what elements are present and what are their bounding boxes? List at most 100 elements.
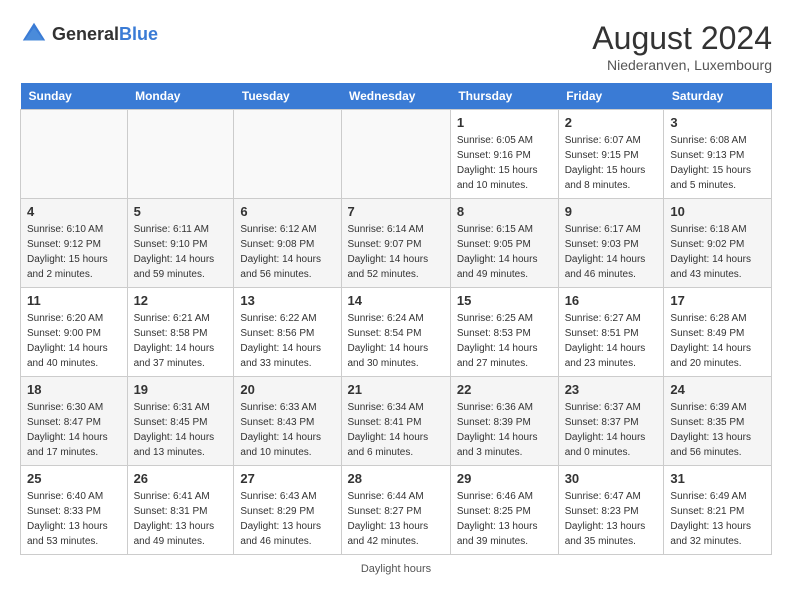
day-info: Sunrise: 6:05 AM Sunset: 9:16 PM Dayligh… (457, 133, 552, 193)
day-number: 13 (240, 293, 334, 308)
day-number: 3 (670, 115, 765, 130)
day-number: 4 (27, 204, 121, 219)
day-info: Sunrise: 6:12 AM Sunset: 9:08 PM Dayligh… (240, 222, 334, 282)
day-info: Sunrise: 6:25 AM Sunset: 8:53 PM Dayligh… (457, 311, 552, 371)
calendar-cell: 26Sunrise: 6:41 AM Sunset: 8:31 PM Dayli… (127, 466, 234, 555)
calendar-cell: 12Sunrise: 6:21 AM Sunset: 8:58 PM Dayli… (127, 288, 234, 377)
calendar-cell: 16 Sunrise: 6:27 AM Sunset: 8:51 PM Dayli… (558, 288, 664, 377)
day-info: Sunrise: 6:49 AM Sunset: 8:21 PM Dayligh… (670, 489, 765, 549)
day-number: 20 (240, 382, 334, 397)
logo: GeneralBlue (20, 20, 158, 48)
day-number: 23 (565, 382, 658, 397)
day-number: 7 (348, 204, 444, 219)
calendar-cell: 17Sunrise: 6:28 AM Sunset: 8:49 PM Dayli… (664, 288, 772, 377)
calendar-week-row: 1 Sunrise: 6:05 AM Sunset: 9:16 PM Daylig… (21, 110, 772, 199)
calendar-cell: 11Sunrise: 6:20 AM Sunset: 9:00 PM Dayli… (21, 288, 128, 377)
day-of-week-header: Friday (558, 83, 664, 110)
day-of-week-header: Sunday (21, 83, 128, 110)
calendar-cell: 30Sunrise: 6:47 AM Sunset: 8:23 PM Dayli… (558, 466, 664, 555)
day-of-week-header: Tuesday (234, 83, 341, 110)
calendar-cell: 1 Sunrise: 6:05 AM Sunset: 9:16 PM Daylig… (450, 110, 558, 199)
day-of-week-header: Saturday (664, 83, 772, 110)
day-info: Sunrise: 6:34 AM Sunset: 8:41 PM Dayligh… (348, 400, 444, 460)
calendar-cell: 10Sunrise: 6:18 AM Sunset: 9:02 PM Dayli… (664, 199, 772, 288)
day-info: Sunrise: 6:39 AM Sunset: 8:35 PM Dayligh… (670, 400, 765, 460)
calendar-cell: 4 Sunrise: 6:10 AM Sunset: 9:12 PM Daylig… (21, 199, 128, 288)
day-number: 21 (348, 382, 444, 397)
day-number: 29 (457, 471, 552, 486)
day-info: Sunrise: 6:31 AM Sunset: 8:45 PM Dayligh… (134, 400, 228, 460)
calendar-cell: 25Sunrise: 6:40 AM Sunset: 8:33 PM Dayli… (21, 466, 128, 555)
day-info: Sunrise: 6:08 AM Sunset: 9:13 PM Dayligh… (670, 133, 765, 193)
day-info: Sunrise: 6:15 AM Sunset: 9:05 PM Dayligh… (457, 222, 552, 282)
day-info: Sunrise: 6:44 AM Sunset: 8:27 PM Dayligh… (348, 489, 444, 549)
day-number: 2 (565, 115, 658, 130)
day-info: Sunrise: 6:43 AM Sunset: 8:29 PM Dayligh… (240, 489, 334, 549)
calendar-cell: 9 Sunrise: 6:17 AM Sunset: 9:03 PM Daylig… (558, 199, 664, 288)
day-number: 15 (457, 293, 552, 308)
day-number: 9 (565, 204, 658, 219)
day-number: 25 (27, 471, 121, 486)
calendar-cell: 14 Sunrise: 6:24 AM Sunset: 8:54 PM Dayli… (341, 288, 450, 377)
calendar-cell (127, 110, 234, 199)
calendar-cell: 8Sunrise: 6:15 AM Sunset: 9:05 PM Daylig… (450, 199, 558, 288)
day-number: 14 (348, 293, 444, 308)
day-info: Sunrise: 6:33 AM Sunset: 8:43 PM Dayligh… (240, 400, 334, 460)
calendar-cell: 18Sunrise: 6:30 AM Sunset: 8:47 PM Dayli… (21, 377, 128, 466)
logo-icon (20, 20, 48, 48)
day-number: 31 (670, 471, 765, 486)
day-of-week-header: Wednesday (341, 83, 450, 110)
day-info: Sunrise: 6:27 AM Sunset: 8:51 PM Dayligh… (565, 311, 658, 371)
calendar-cell: 28 Sunrise: 6:44 AM Sunset: 8:27 PM Dayli… (341, 466, 450, 555)
header: GeneralBlue August 2024 Niederanven, Lux… (20, 20, 772, 73)
day-info: Sunrise: 6:07 AM Sunset: 9:15 PM Dayligh… (565, 133, 658, 193)
day-number: 19 (134, 382, 228, 397)
calendar-cell: 19 Sunrise: 6:31 AM Sunset: 8:45 PM Dayli… (127, 377, 234, 466)
day-number: 28 (348, 471, 444, 486)
day-info: Sunrise: 6:24 AM Sunset: 8:54 PM Dayligh… (348, 311, 444, 371)
day-number: 27 (240, 471, 334, 486)
calendar-cell: 15 Sunrise: 6:25 AM Sunset: 8:53 PM Dayli… (450, 288, 558, 377)
calendar-cell: 3 Sunrise: 6:08 AM Sunset: 9:13 PM Daylig… (664, 110, 772, 199)
calendar-week-row: 18Sunrise: 6:30 AM Sunset: 8:47 PM Dayli… (21, 377, 772, 466)
day-number: 5 (134, 204, 228, 219)
location: Niederanven, Luxembourg (592, 57, 772, 73)
calendar-cell: 29 Sunrise: 6:46 AM Sunset: 8:25 PM Dayli… (450, 466, 558, 555)
logo-general: General (52, 24, 119, 44)
calendar-cell: 6 Sunrise: 6:12 AM Sunset: 9:08 PM Daylig… (234, 199, 341, 288)
day-number: 22 (457, 382, 552, 397)
day-number: 6 (240, 204, 334, 219)
day-number: 12 (134, 293, 228, 308)
calendar-cell: 20 Sunrise: 6:33 AM Sunset: 8:43 PM Dayli… (234, 377, 341, 466)
calendar-cell: 13Sunrise: 6:22 AM Sunset: 8:56 PM Dayli… (234, 288, 341, 377)
calendar-cell: 2 Sunrise: 6:07 AM Sunset: 9:15 PM Daylig… (558, 110, 664, 199)
day-of-week-header: Monday (127, 83, 234, 110)
calendar-cell (234, 110, 341, 199)
calendar-cell: 31 Sunrise: 6:49 AM Sunset: 8:21 PM Dayli… (664, 466, 772, 555)
day-number: 1 (457, 115, 552, 130)
calendar-cell: 21 Sunrise: 6:34 AM Sunset: 8:41 PM Dayli… (341, 377, 450, 466)
month-year: August 2024 (592, 20, 772, 57)
day-info: Sunrise: 6:18 AM Sunset: 9:02 PM Dayligh… (670, 222, 765, 282)
calendar-cell: 23 Sunrise: 6:37 AM Sunset: 8:37 PM Dayli… (558, 377, 664, 466)
calendar-cell (341, 110, 450, 199)
day-info: Sunrise: 6:17 AM Sunset: 9:03 PM Dayligh… (565, 222, 658, 282)
footer-note: Daylight hours (20, 563, 772, 575)
logo-blue: Blue (119, 24, 158, 44)
day-number: 24 (670, 382, 765, 397)
day-info: Sunrise: 6:37 AM Sunset: 8:37 PM Dayligh… (565, 400, 658, 460)
calendar-cell: 27 Sunrise: 6:43 AM Sunset: 8:29 PM Dayli… (234, 466, 341, 555)
day-number: 16 (565, 293, 658, 308)
calendar-cell: 5Sunrise: 6:11 AM Sunset: 9:10 PM Daylig… (127, 199, 234, 288)
day-of-week-header: Thursday (450, 83, 558, 110)
calendar-week-row: 25Sunrise: 6:40 AM Sunset: 8:33 PM Dayli… (21, 466, 772, 555)
calendar-week-row: 11Sunrise: 6:20 AM Sunset: 9:00 PM Dayli… (21, 288, 772, 377)
day-number: 18 (27, 382, 121, 397)
day-info: Sunrise: 6:46 AM Sunset: 8:25 PM Dayligh… (457, 489, 552, 549)
day-info: Sunrise: 6:20 AM Sunset: 9:00 PM Dayligh… (27, 311, 121, 371)
day-number: 17 (670, 293, 765, 308)
calendar-header-row: SundayMondayTuesdayWednesdayThursdayFrid… (21, 83, 772, 110)
calendar-table: SundayMondayTuesdayWednesdayThursdayFrid… (20, 83, 772, 555)
calendar-cell: 22Sunrise: 6:36 AM Sunset: 8:39 PM Dayli… (450, 377, 558, 466)
day-info: Sunrise: 6:10 AM Sunset: 9:12 PM Dayligh… (27, 222, 121, 282)
